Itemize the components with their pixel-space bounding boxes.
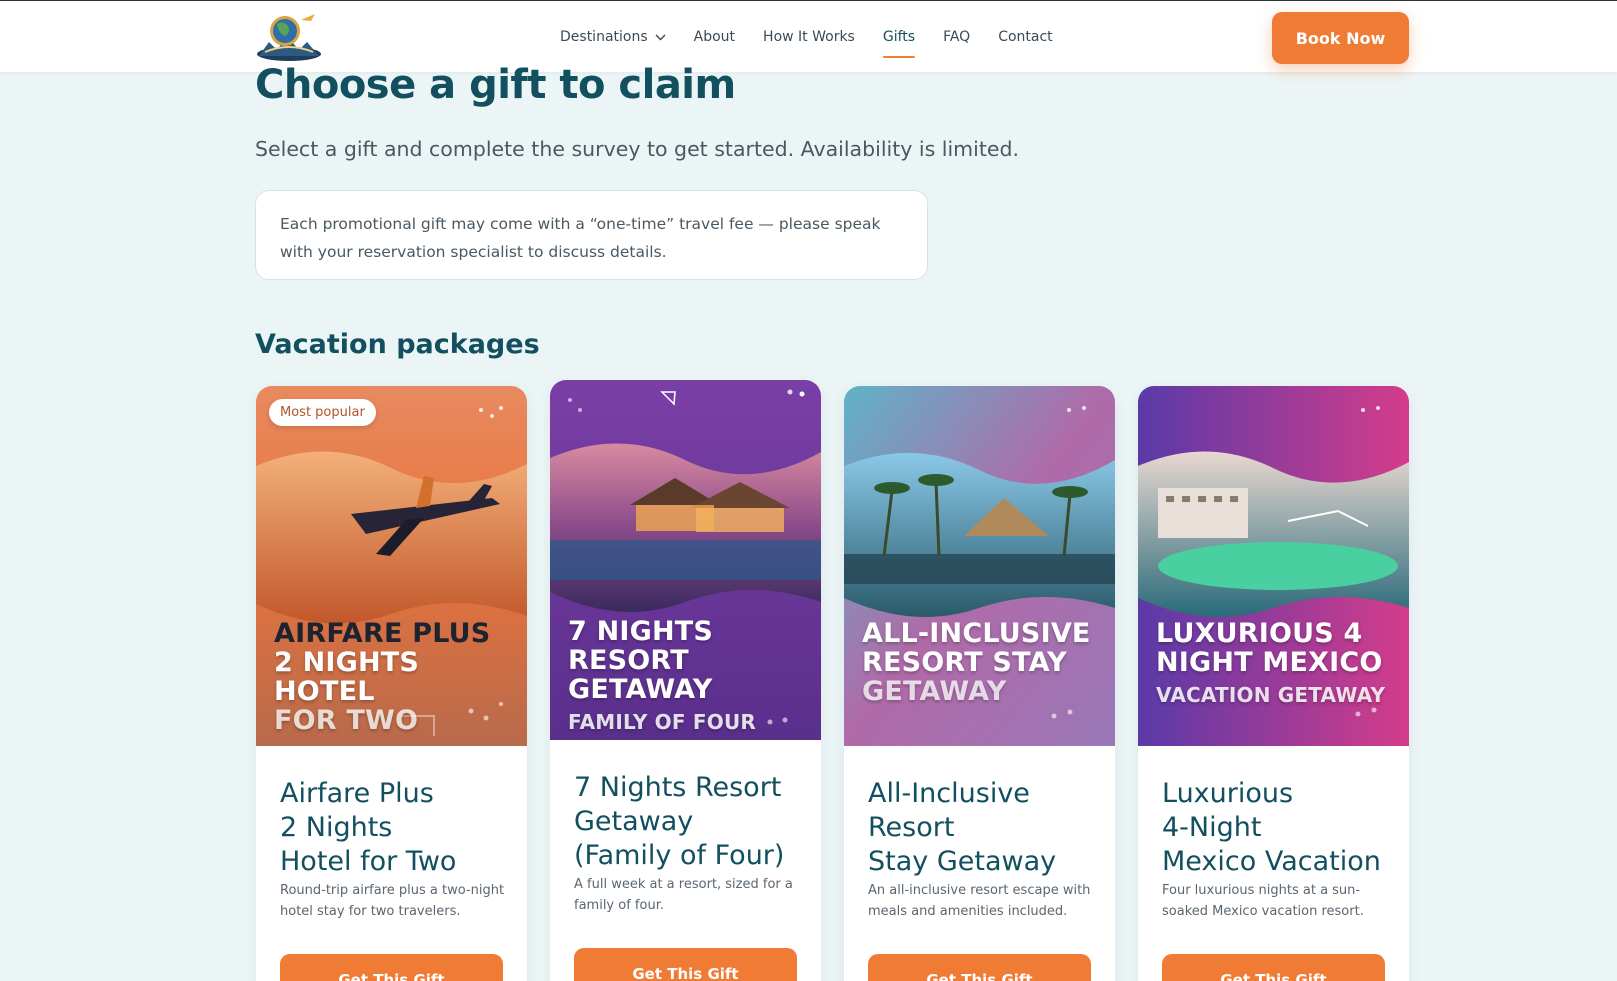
gift-card-title-text: All-Inclusive Resort Stay Getaway [868,778,1057,877]
poster-line-2: Resort Stay [862,647,1067,678]
gift-card-airfare[interactable]: Most popular Airfare Plus 2 Nights Hotel… [256,386,527,981]
gift-card-description: A full week at a resort, sized for a fam… [574,877,793,913]
poster-line-3: for Two [274,705,419,736]
poster-line-3: Vacation Getaway [1156,683,1386,707]
nav-faq[interactable]: FAQ [943,1,970,73]
get-gift-button[interactable]: Get This Gift [1162,954,1385,981]
poster-line-3: Getaway [862,676,1007,707]
most-popular-badge: Most popular [269,399,376,426]
gift-card-mexico[interactable]: Luxurious 4 Night Mexico Vacation Getawa… [1138,386,1409,981]
poster-line-1: Airfare Plus [274,618,491,649]
nav-faq-label: FAQ [943,29,971,45]
site-header: Destinations About How It Works Gifts FA… [0,0,1617,72]
gift-card-title: Luxurious 4-Night Mexico Vacation [1162,777,1397,879]
gift-card-title: Airfare Plus 2 Nights Hotel for Two [280,777,515,879]
nav-how-it-works[interactable]: How It Works [763,1,855,73]
page-subtitle: Select a gift and complete the survey to… [255,137,1020,161]
gift-card-description: Round-trip airfare plus a two-night hote… [280,883,505,919]
gift-card-title-text: 7 Nights Resort Getaway (Family of Four) [574,772,785,871]
poster-line-3: Family of Four [568,710,756,734]
poster-line-2: 2 Nights Hotel [274,647,420,707]
book-now-button[interactable]: Book Now [1272,12,1409,64]
nav-destinations-label: Destinations [560,29,648,45]
gift-card-title-text: Airfare Plus 2 Nights Hotel for Two [280,778,457,877]
poster-line-1: 7 Nights Resort [568,616,714,676]
section-title: Vacation packages [255,329,540,360]
gift-card-description: Four luxurious nights at a sun-soaked Me… [1162,883,1364,919]
gift-card-title: All-Inclusive Resort Stay Getaway [868,777,1103,879]
poster-line-1: Luxurious 4 [1156,618,1363,649]
poster-line-1: All-Inclusive [862,618,1091,649]
gift-card-title: 7 Nights Resort Getaway (Family of Four) [574,771,809,873]
fee-notice: Each promotional gift may come with a “o… [255,190,928,280]
get-gift-button[interactable]: Get This Gift [574,948,797,981]
gift-card-all-inclusive[interactable]: All-Inclusive Resort Stay Getaway All-In… [844,386,1115,981]
nav-gifts[interactable]: Gifts [882,1,916,73]
page-title: Choose a gift to claim [255,62,736,108]
poster-line-2: Night Mexico [1156,647,1383,678]
gift-card-7-nights[interactable]: 7 Nights Resort Getaway Family of Four 7… [550,380,821,981]
nav-contact[interactable]: Contact [998,1,1052,73]
get-gift-button[interactable]: Get This Gift [868,954,1091,981]
nav-how-it-works-label: How It Works [763,29,855,45]
gift-card-title-text: Luxurious 4-Night Mexico Vacation [1162,778,1381,877]
poster-headline: All-Inclusive Resort Stay Getaway [862,619,1091,706]
poster-line-2: Getaway [568,674,713,705]
gift-card-description: An all-inclusive resort escape with meal… [868,883,1091,919]
nav-contact-label: Contact [998,29,1053,45]
get-gift-button[interactable]: Get This Gift [280,954,503,981]
poster-headline: Airfare Plus 2 Nights Hotel for Two [274,619,527,735]
poster-headline: Luxurious 4 Night Mexico Vacation Getawa… [1156,619,1385,710]
globe-plane-logo[interactable] [255,12,323,62]
nav-about-label: About [693,29,736,45]
nav-gifts-label: Gifts [882,29,916,45]
poster-headline: 7 Nights Resort Getaway Family of Four [568,617,821,737]
chevron-down-icon [655,34,666,41]
